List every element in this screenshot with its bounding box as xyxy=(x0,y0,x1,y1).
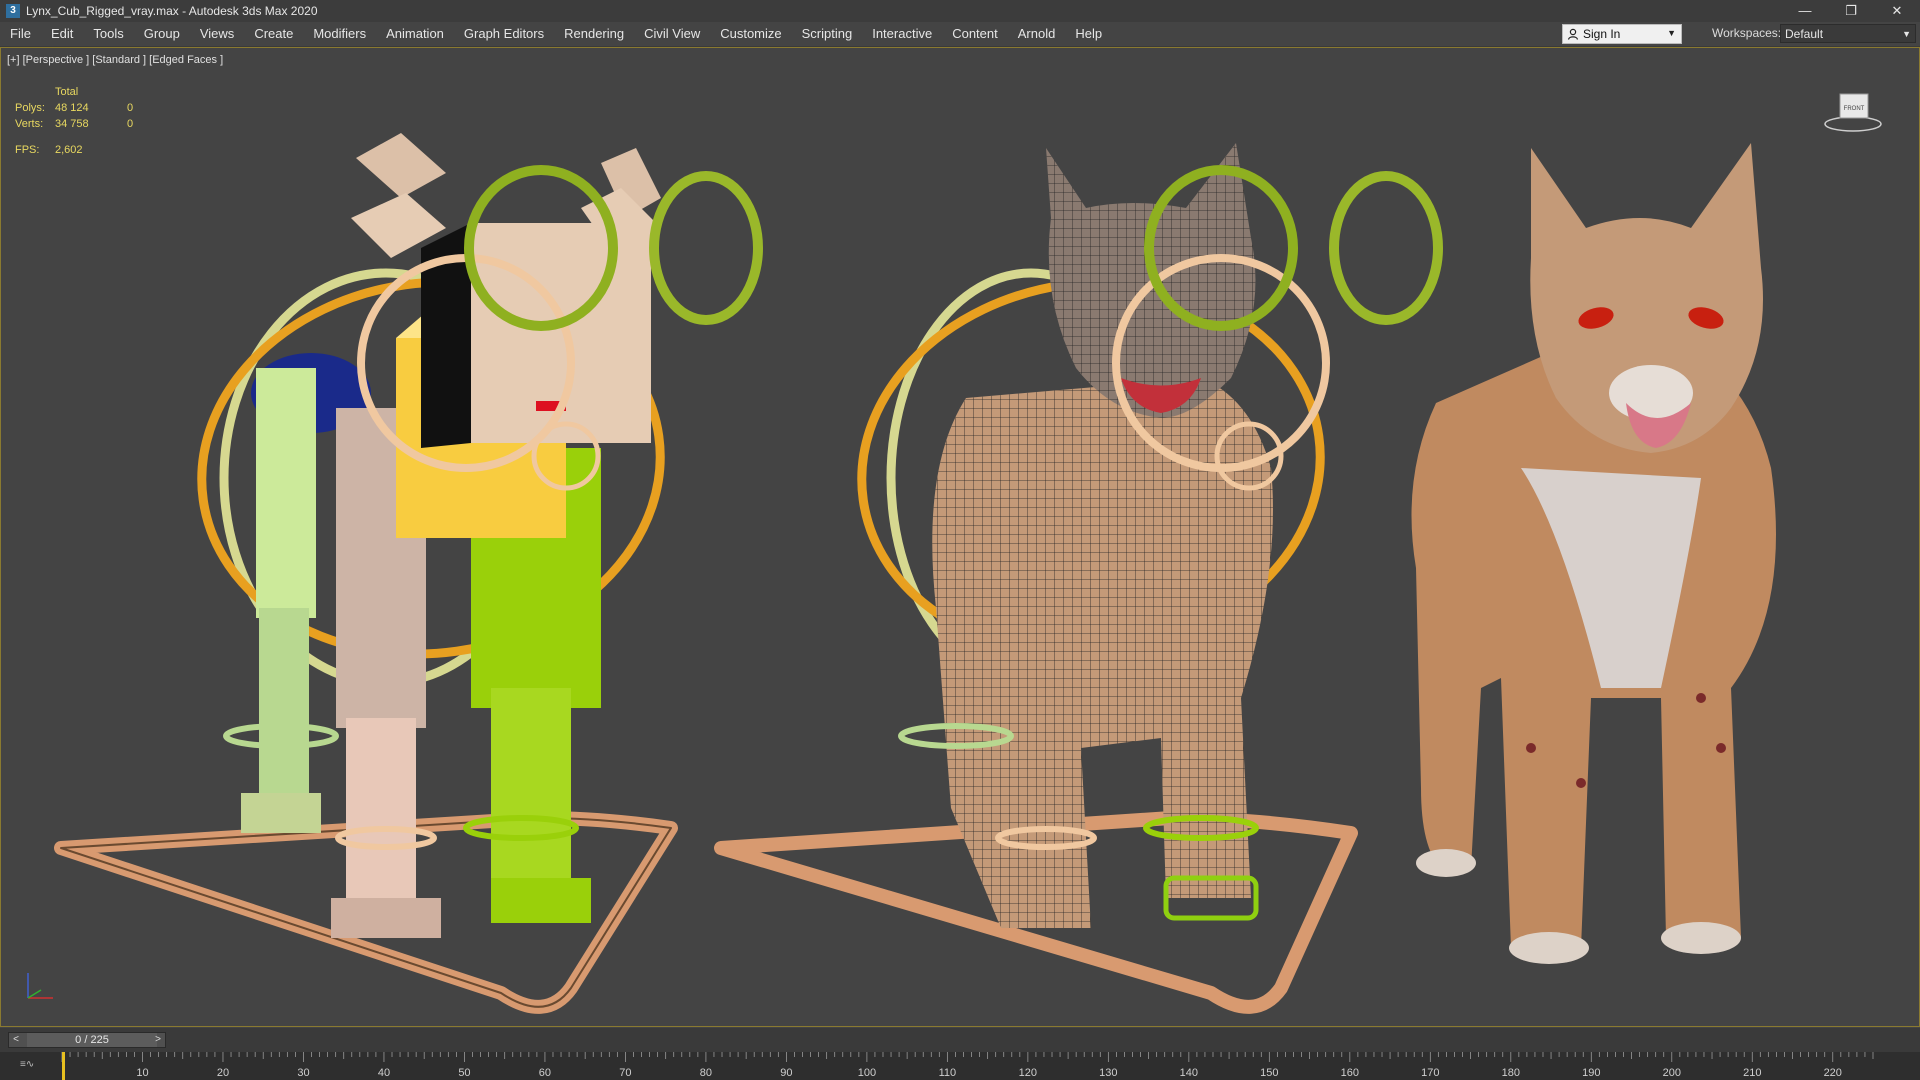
app-logo-icon[interactable]: 3 xyxy=(6,4,20,18)
polys-selected: 0 xyxy=(127,102,134,114)
menu-help[interactable]: Help xyxy=(1065,22,1112,46)
window-title: Lynx_Cub_Rigged_vray.max - Autodesk 3ds … xyxy=(26,4,318,18)
sign-in-dropdown[interactable]: Sign In ▼ xyxy=(1562,24,1682,44)
polys-label: Polys: xyxy=(15,102,45,114)
ruler-tick-label: 90 xyxy=(780,1067,792,1079)
track-bar[interactable]: ≡∿ 10 20 30 40 50 60 70 80 90 100 110 120 130 140 150 1… xyxy=(0,1052,1920,1080)
ruler-tick-label: 120 xyxy=(1019,1067,1037,1079)
next-frame-button[interactable]: > xyxy=(151,1033,165,1047)
minimize-button[interactable]: — xyxy=(1782,0,1828,22)
menu-edit[interactable]: Edit xyxy=(41,22,83,46)
title-bar: 3 Lynx_Cub_Rigged_vray.max - Autodesk 3d… xyxy=(0,0,1920,22)
menu-content[interactable]: Content xyxy=(942,22,1008,46)
menu-create[interactable]: Create xyxy=(244,22,303,46)
menu-civil-view[interactable]: Civil View xyxy=(634,22,710,46)
verts-label: Verts: xyxy=(15,118,44,130)
axis-gizmo xyxy=(27,973,53,999)
ruler-tick-label: 160 xyxy=(1341,1067,1359,1079)
wireframe-lynx-model[interactable] xyxy=(714,143,1443,1014)
rendered-lynx-model[interactable] xyxy=(1411,143,1777,964)
timeline-panel: < 0 / 225 > ≡∿ 10 20 30 40 50 60 70 80 90 100 110 1… xyxy=(0,1028,1920,1080)
frame-display[interactable]: 0 / 225 xyxy=(27,1033,157,1047)
chevron-down-icon: ▼ xyxy=(1667,28,1676,38)
viewcube-widget[interactable]: FRONT xyxy=(1823,86,1883,136)
sign-in-label: Sign In xyxy=(1583,27,1621,41)
box-rig-model[interactable] xyxy=(54,133,763,1014)
viewport-label[interactable]: [+] [Perspective ] [Standard ] [Edged Fa… xyxy=(7,54,223,66)
ruler-tick-label: 180 xyxy=(1502,1067,1520,1079)
ruler-tick-label: 10 xyxy=(136,1067,148,1079)
menu-file[interactable]: File xyxy=(0,22,41,46)
ruler-tick-label: 200 xyxy=(1663,1067,1681,1079)
prev-frame-button[interactable]: < xyxy=(9,1033,23,1047)
menu-views[interactable]: Views xyxy=(190,22,244,46)
scene-statistics: Total Polys: 48 124 0 Verts: 34 758 0 FP… xyxy=(15,84,147,158)
ruler-tick-label: 140 xyxy=(1180,1067,1198,1079)
ruler-tick-label: 70 xyxy=(619,1067,631,1079)
menu-tools[interactable]: Tools xyxy=(83,22,133,46)
fps-label: FPS: xyxy=(15,144,40,156)
menu-scripting[interactable]: Scripting xyxy=(792,22,863,46)
curve-editor-icon[interactable]: ≡∿ xyxy=(20,1059,40,1073)
stats-header: Total xyxy=(55,86,79,98)
ruler-tick-label: 150 xyxy=(1260,1067,1278,1079)
perspective-viewport[interactable]: [+] [Perspective ] [Standard ] [Edged Fa… xyxy=(0,47,1920,1027)
scene-render[interactable] xyxy=(1,48,1919,1026)
viewcube-face-label: FRONT xyxy=(1844,106,1865,112)
chevron-down-icon: ▼ xyxy=(1902,29,1911,39)
menu-group[interactable]: Group xyxy=(134,22,190,46)
ruler-tick-label: 170 xyxy=(1421,1067,1439,1079)
ruler-tick-label: 130 xyxy=(1099,1067,1117,1079)
ruler-tick-label: 80 xyxy=(700,1067,712,1079)
ruler-tick-label: 20 xyxy=(217,1067,229,1079)
ruler-tick-label: 50 xyxy=(458,1067,470,1079)
ruler-tick-label: 60 xyxy=(539,1067,551,1079)
window-controls: — ❐ ✕ xyxy=(1782,0,1920,22)
menu-customize[interactable]: Customize xyxy=(710,22,791,46)
menu-bar: File Edit Tools Group Views Create Modif… xyxy=(0,22,1920,47)
menu-arnold[interactable]: Arnold xyxy=(1008,22,1066,46)
menu-interactive[interactable]: Interactive xyxy=(862,22,942,46)
workspace-select[interactable]: Default ▼ xyxy=(1780,24,1916,43)
eye-ring-green-2 xyxy=(649,171,763,325)
menu-modifiers[interactable]: Modifiers xyxy=(303,22,376,46)
ruler-tick-label: 100 xyxy=(858,1067,876,1079)
menu-graph-editors[interactable]: Graph Editors xyxy=(454,22,554,46)
ruler-tick-label: 30 xyxy=(297,1067,309,1079)
close-button[interactable]: ✕ xyxy=(1874,0,1920,22)
ruler-tick-label: 40 xyxy=(378,1067,390,1079)
time-slider[interactable]: < 0 / 225 > xyxy=(8,1032,166,1048)
verts-value: 34 758 xyxy=(55,118,89,130)
ruler-tick-label: 210 xyxy=(1743,1067,1761,1079)
ruler-tick-label: 190 xyxy=(1582,1067,1600,1079)
menu-rendering[interactable]: Rendering xyxy=(554,22,634,46)
workspace-value: Default xyxy=(1785,27,1824,41)
user-icon xyxy=(1567,28,1579,40)
timeline-ruler[interactable]: 10 20 30 40 50 60 70 80 90 100 110 120 130 140 150 160 1… xyxy=(60,1052,1875,1080)
menu-animation[interactable]: Animation xyxy=(376,22,454,46)
ruler-tick-label: 110 xyxy=(939,1067,957,1079)
restore-button[interactable]: ❐ xyxy=(1828,0,1874,22)
polys-value: 48 124 xyxy=(55,102,89,114)
fps-value: 2,602 xyxy=(55,144,83,156)
ruler-tick-label: 220 xyxy=(1824,1067,1842,1079)
current-frame-marker[interactable] xyxy=(62,1052,65,1080)
verts-selected: 0 xyxy=(127,118,134,130)
workspaces-label: Workspaces: xyxy=(1712,26,1782,40)
